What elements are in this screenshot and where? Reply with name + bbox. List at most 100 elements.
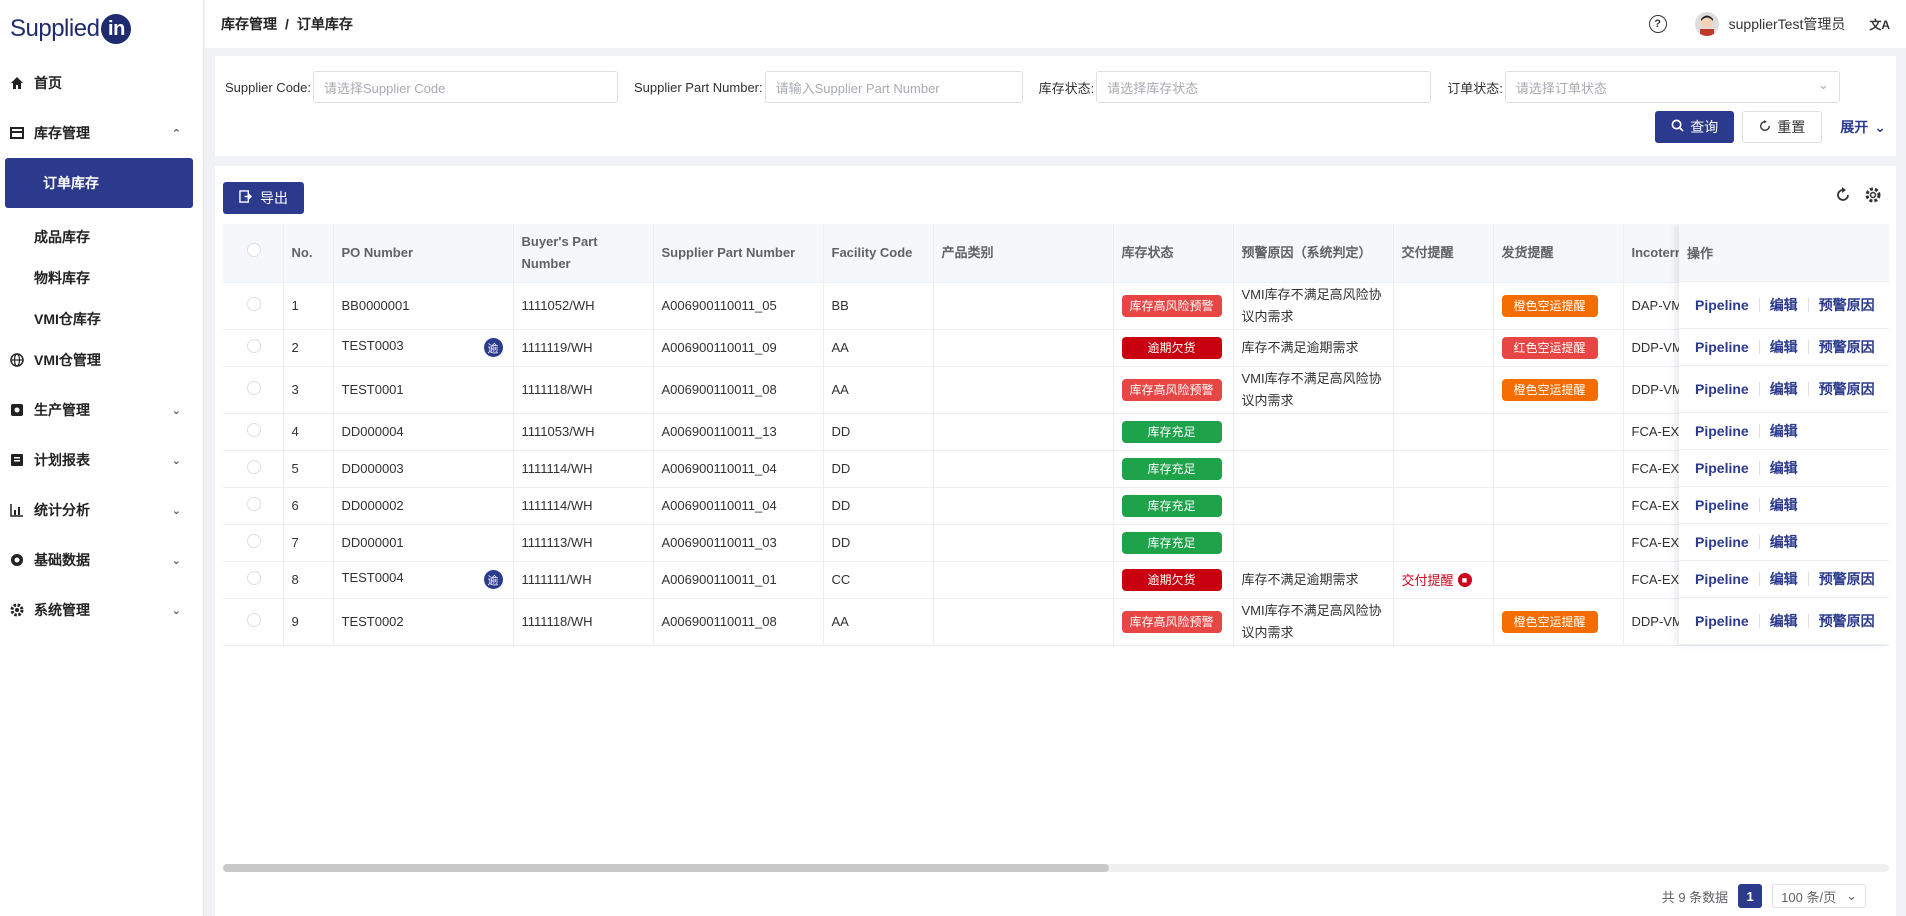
- pipeline-link[interactable]: Pipeline: [1695, 534, 1749, 550]
- pipeline-link[interactable]: Pipeline: [1695, 460, 1749, 476]
- supplier-part-input[interactable]: 请输入Supplier Part Number: [764, 71, 1023, 103]
- select-all-checkbox[interactable]: [247, 242, 261, 257]
- edit-link[interactable]: 编辑: [1770, 569, 1798, 589]
- table-row[interactable]: 2 TEST0003 逾 1111119/WH A006900110011_09 AA 逾期…: [223, 329, 1889, 367]
- sidebar-item-stats[interactable]: 统计分析 ⌄: [0, 485, 203, 535]
- table-row[interactable]: 8 TEST0004 逾 1111111/WH A006900110011_01 CC 逾期…: [223, 561, 1889, 599]
- scrollbar-thumb[interactable]: [223, 864, 1109, 872]
- language-icon[interactable]: 文A: [1869, 16, 1890, 33]
- sidebar-item-home[interactable]: 首页: [0, 58, 203, 108]
- edit-link[interactable]: 编辑: [1770, 421, 1798, 441]
- row-checkbox[interactable]: [247, 460, 261, 474]
- sidebar-item-label: 基础数据: [34, 552, 90, 568]
- cell-warning-reason: [1233, 487, 1394, 525]
- warning-reason-link[interactable]: 预警原因: [1819, 295, 1875, 315]
- column-header: 库存状态: [1113, 224, 1234, 283]
- pipeline-link[interactable]: Pipeline: [1695, 497, 1749, 513]
- select-cell: [223, 329, 284, 367]
- query-button-label: 查询: [1690, 119, 1719, 135]
- reset-button[interactable]: 重置: [1742, 111, 1823, 143]
- row-checkbox[interactable]: [247, 339, 261, 353]
- table-row[interactable]: 9 TEST0002 1111118/WH A006900110011_08 AA 库存高…: [223, 598, 1889, 646]
- refresh-icon[interactable]: [1834, 186, 1852, 209]
- row-checkbox[interactable]: [247, 381, 261, 395]
- stock-status-select[interactable]: 请选择库存状态: [1096, 71, 1432, 103]
- row-checkbox[interactable]: [247, 571, 261, 585]
- gear-icon[interactable]: [1864, 186, 1882, 209]
- table-row[interactable]: 6 DD000002 1111114/WH A006900110011_04 DD 库存充…: [223, 487, 1889, 525]
- sidebar-item-plan-report[interactable]: 计划报表 ⌄: [0, 435, 203, 485]
- row-checkbox[interactable]: [247, 613, 261, 627]
- table-row[interactable]: 3 TEST0001 1111118/WH A006900110011_08 AA 库存高…: [223, 366, 1889, 414]
- pipeline-link[interactable]: Pipeline: [1695, 613, 1749, 629]
- page-size-select[interactable]: 100 条/页 ⌄: [1772, 884, 1866, 908]
- warning-reason-link[interactable]: 预警原因: [1819, 379, 1875, 399]
- cell-buyer-part: 1111114/WH: [513, 487, 654, 525]
- sidebar-item-order-stock[interactable]: 订单库存: [5, 158, 193, 208]
- export-button[interactable]: 导出: [223, 182, 304, 214]
- sidebar-item-base-data[interactable]: 基础数据 ⌄: [0, 535, 203, 585]
- expand-label: 展开: [1840, 119, 1869, 135]
- horizontal-scrollbar[interactable]: [223, 864, 1889, 872]
- supplier-code-select[interactable]: 请选择Supplier Code: [313, 71, 618, 103]
- delivery-reminder[interactable]: 交付提醒 ■: [1402, 570, 1472, 589]
- cell-stock-status: 库存充足: [1113, 413, 1234, 451]
- user-name[interactable]: supplierTest管理员: [1729, 14, 1846, 34]
- edit-link[interactable]: 编辑: [1770, 337, 1798, 357]
- order-status-select[interactable]: 请选择订单状态 ⌄: [1504, 71, 1840, 103]
- sidebar-item-label: 计划报表: [34, 452, 90, 468]
- edit-link[interactable]: 编辑: [1770, 458, 1798, 478]
- sidebar-item-production[interactable]: 生产管理 ⌄: [0, 385, 203, 435]
- export-button-label: 导出: [260, 190, 288, 206]
- edit-link[interactable]: 编辑: [1770, 379, 1798, 399]
- avatar[interactable]: [1694, 12, 1719, 36]
- cell-no: 5: [283, 450, 334, 488]
- warning-reason-link[interactable]: 预警原因: [1819, 569, 1875, 589]
- edit-link[interactable]: 编辑: [1770, 495, 1798, 515]
- row-actions: Pipeline 编辑: [1679, 413, 1889, 450]
- query-button[interactable]: 查询: [1655, 111, 1735, 143]
- column-header: 发货提醒: [1493, 224, 1624, 283]
- column-header: 交付提醒: [1393, 224, 1494, 283]
- row-checkbox[interactable]: [247, 534, 261, 548]
- inventory-icon: [10, 126, 24, 140]
- sidebar-item-system[interactable]: 系统管理 ⌄: [0, 585, 203, 635]
- cell-no: 8: [283, 561, 334, 599]
- row-checkbox[interactable]: [247, 497, 261, 511]
- pipeline-link[interactable]: Pipeline: [1695, 423, 1749, 439]
- pipeline-link[interactable]: Pipeline: [1695, 381, 1749, 397]
- sidebar-item-inventory[interactable]: 库存管理 ⌃: [0, 108, 203, 158]
- edit-link[interactable]: 编辑: [1770, 295, 1798, 315]
- row-checkbox[interactable]: [247, 297, 261, 311]
- cell-delivery-reminder: [1393, 282, 1494, 330]
- brand-logo[interactable]: Supplied in: [0, 0, 203, 58]
- table-row[interactable]: 7 DD000001 1111113/WH A006900110011_03 DD 库存充…: [223, 524, 1889, 562]
- help-icon[interactable]: ?: [1648, 15, 1667, 33]
- cell-ship-reminder: [1493, 450, 1624, 488]
- pipeline-link[interactable]: Pipeline: [1695, 571, 1749, 587]
- table-row[interactable]: 5 DD000003 1111114/WH A006900110011_04 DD 库存充…: [223, 450, 1889, 488]
- operations-column: 操作 Pipeline 编辑 预警原因 Pipeline 编辑 预警原因 Pipeline 编…: [1679, 224, 1889, 645]
- cell-delivery-reminder: [1393, 598, 1494, 646]
- table-row[interactable]: 4 DD000004 1111053/WH A006900110011_13 DD 库存充…: [223, 413, 1889, 451]
- pipeline-link[interactable]: Pipeline: [1695, 339, 1749, 355]
- pipeline-link[interactable]: Pipeline: [1695, 297, 1749, 313]
- table-row[interactable]: 1 BB0000001 1111052/WH A006900110011_05 BB 库存…: [223, 282, 1889, 330]
- cell-no: 2: [283, 329, 334, 367]
- edit-link[interactable]: 编辑: [1770, 532, 1798, 552]
- breadcrumb-item[interactable]: 库存管理: [221, 16, 277, 32]
- warning-reason-link[interactable]: 预警原因: [1819, 337, 1875, 357]
- edit-link[interactable]: 编辑: [1770, 611, 1798, 631]
- cell-stock-status: 库存高风险预警: [1113, 282, 1234, 330]
- page-number-current[interactable]: 1: [1738, 884, 1763, 908]
- overdue-badge: 逾: [483, 338, 503, 357]
- breadcrumb-current: 订单库存: [296, 16, 353, 32]
- warning-reason-link[interactable]: 预警原因: [1819, 611, 1875, 631]
- row-checkbox[interactable]: [247, 423, 261, 437]
- sidebar-item-vmi-manage[interactable]: VMI仓管理: [0, 335, 203, 385]
- brand-name: Supplied: [10, 15, 100, 42]
- chevron-down-icon: ⌄: [171, 504, 181, 517]
- filter-label: Supplier Part Number:: [634, 79, 763, 95]
- expand-toggle[interactable]: 展开 ⌄: [1840, 117, 1886, 137]
- breadcrumb-separator: /: [285, 16, 289, 32]
